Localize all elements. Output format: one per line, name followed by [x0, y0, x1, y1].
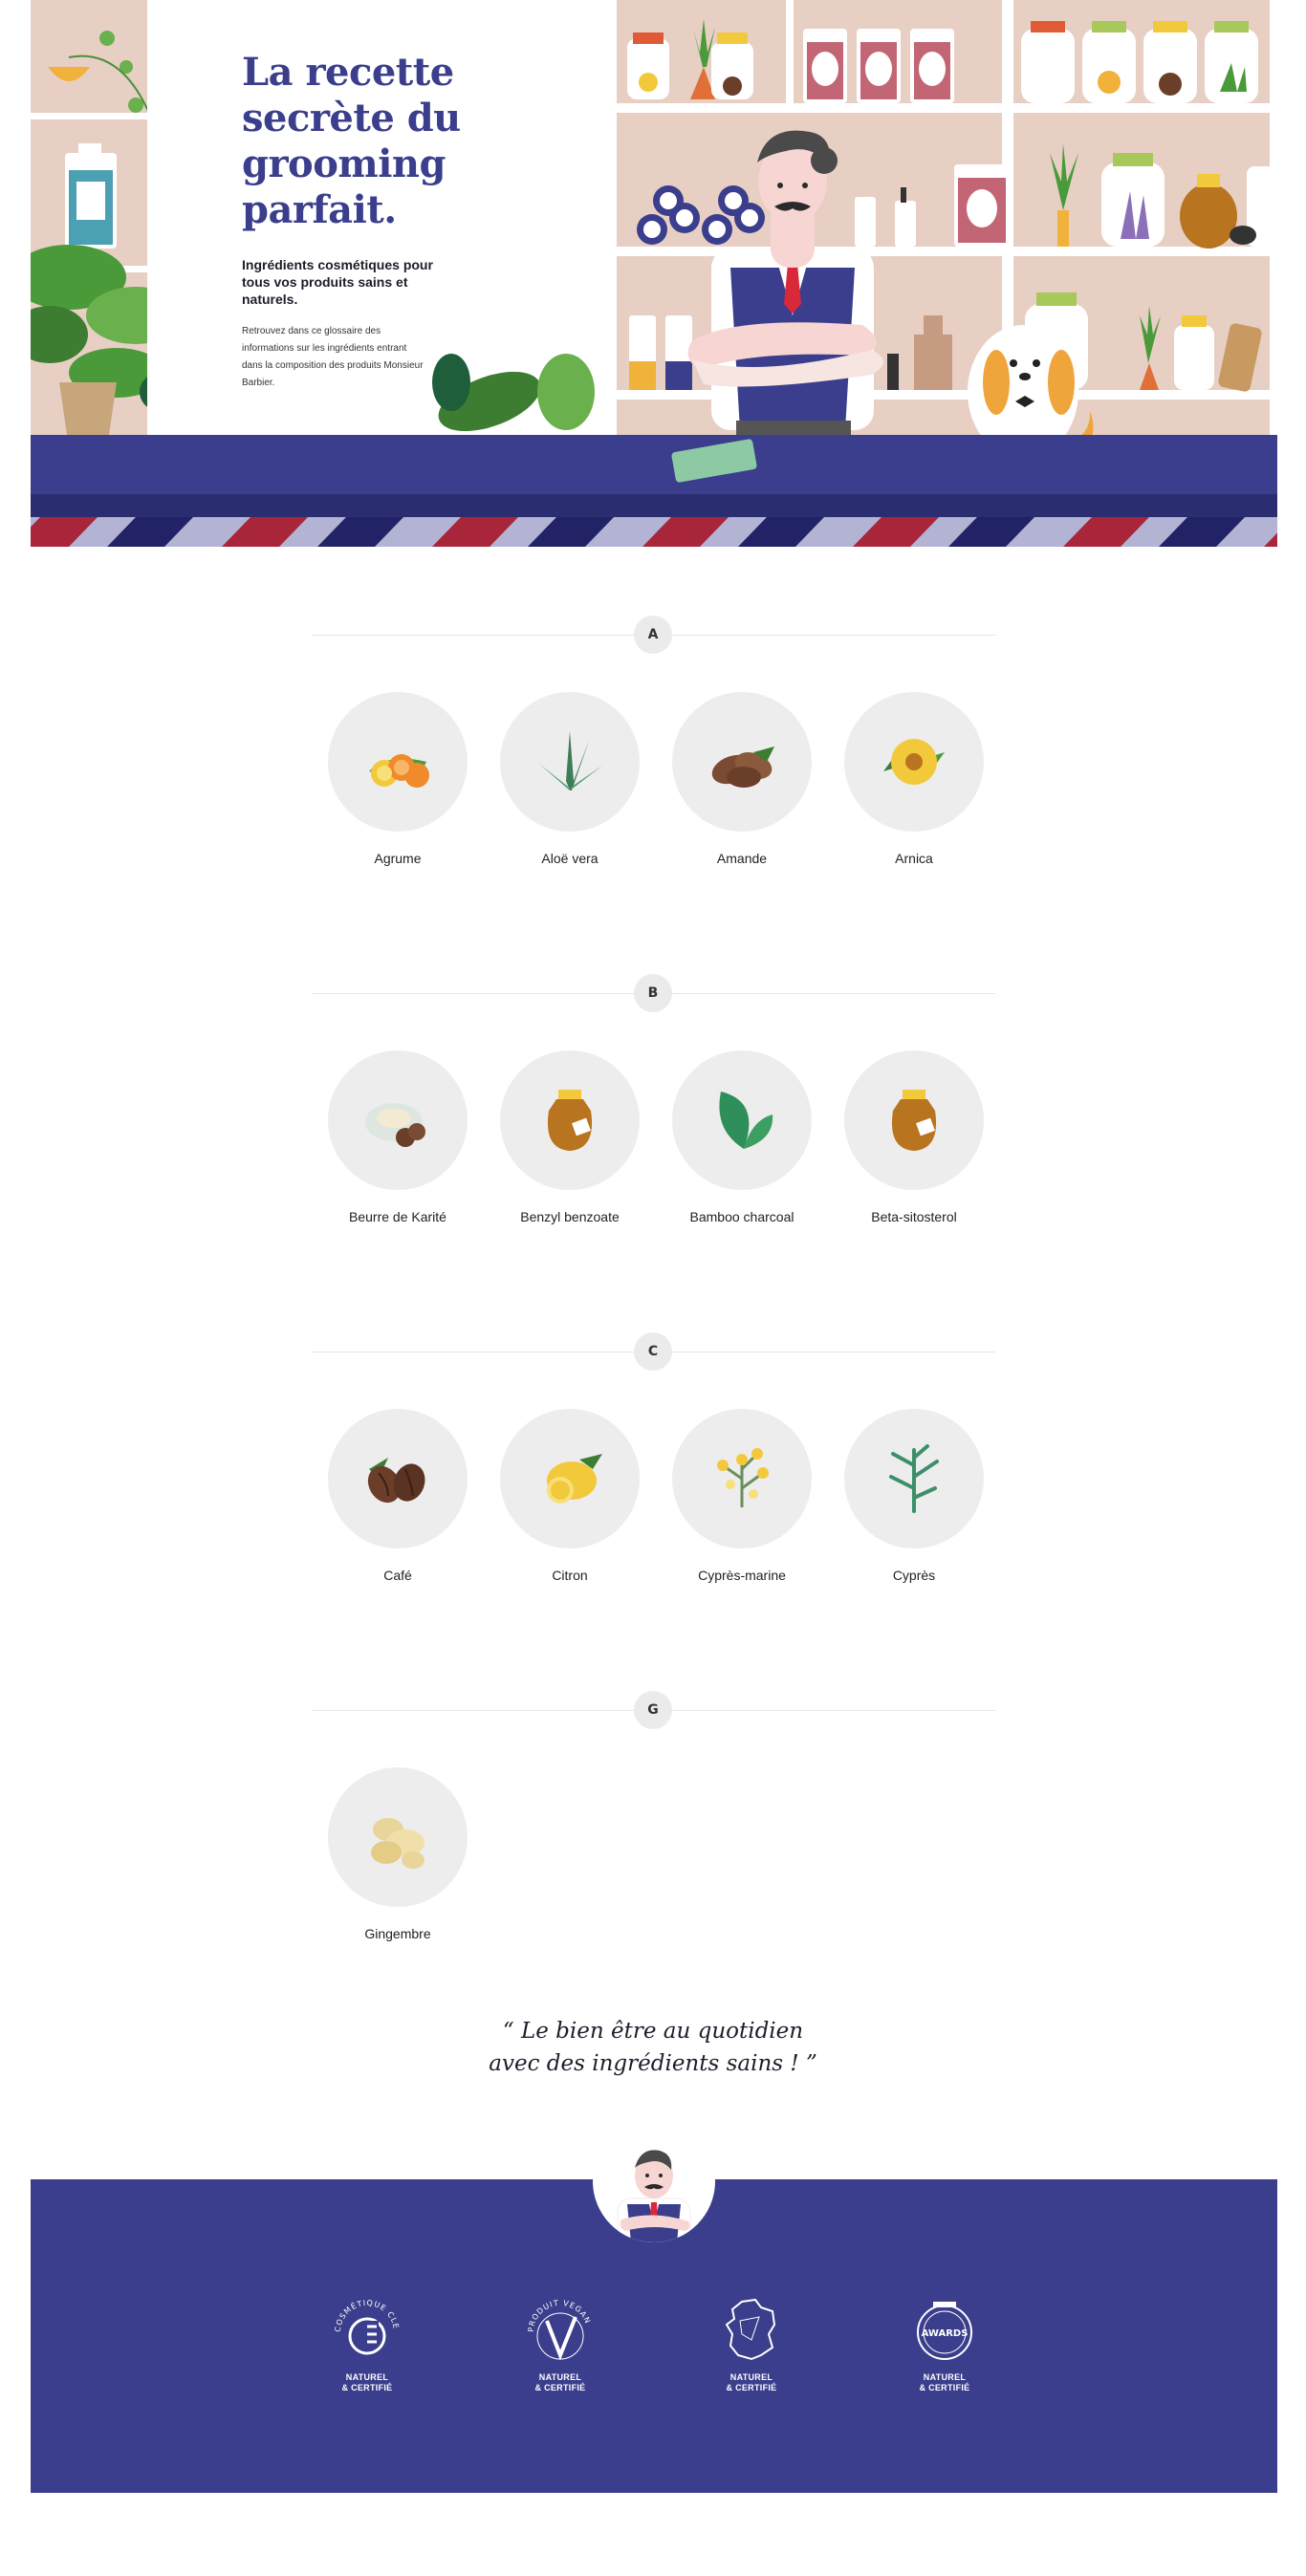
hero-description: Retrouvez dans ce glossaire des informat…: [242, 326, 424, 388]
quote-line-2: avec des ingrédients sains ! ”: [489, 2051, 817, 2076]
hero-banner: La recette secrète du grooming parfait. …: [31, 0, 1277, 547]
aloe-vera-icon: [500, 692, 640, 832]
letter-badge: A: [634, 616, 672, 654]
ingredient-card[interactable]: Café: [312, 1409, 484, 1583]
ingredient-card[interactable]: Cyprès-marine: [656, 1409, 828, 1583]
glossary-section-c: C Café Citron Cyprès-marine Cyprès: [312, 1332, 995, 1619]
badge-clean-cosmetic: COSMÉTIQUE CLEAN NATUREL& CERTIFIÉ: [310, 2292, 424, 2393]
letter-badge: B: [634, 974, 672, 1012]
ingredient-name: Citron: [552, 1568, 588, 1583]
citrus-icon: [328, 692, 468, 832]
letter-badge: C: [634, 1332, 672, 1371]
ingredient-grid: Café Citron Cyprès-marine Cyprès: [312, 1409, 995, 1619]
svg-text:PRODUIT VEGAN: PRODUIT VEGAN: [527, 2299, 593, 2332]
badge-vegan: PRODUIT VEGAN NATUREL & CERTIFIÉ: [503, 2292, 618, 2393]
shea-butter-icon: [328, 1050, 468, 1190]
almond-icon: [672, 692, 812, 832]
letter-divider: B: [312, 974, 995, 1012]
lemon-icon: [500, 1409, 640, 1548]
awards-icon: AWARDS: [917, 2302, 972, 2360]
ingredient-name: Agrume: [374, 851, 422, 866]
ingredient-card[interactable]: Gingembre: [312, 1767, 484, 1941]
ingredient-name: Bamboo charcoal: [689, 1209, 794, 1224]
ingredient-card[interactable]: Beta-sitosterol: [828, 1050, 1000, 1224]
badge-caption: NATUREL & CERTIFIÉ: [534, 2372, 586, 2392]
badge-made-in-france: NATUREL & CERTIFIÉ: [694, 2292, 809, 2393]
ingredient-name: Benzyl benzoate: [520, 1209, 620, 1224]
ingredient-name: Cyprès: [892, 1568, 936, 1583]
hero-text-block: La recette secrète du grooming parfait. …: [242, 50, 490, 392]
ingredient-card[interactable]: Arnica: [828, 692, 1000, 866]
ingredient-card[interactable]: Beurre de Karité: [312, 1050, 484, 1224]
ingredient-card[interactable]: Cyprès: [828, 1409, 1000, 1583]
clean-cosmetic-icon: COSMÉTIQUE CLEAN: [329, 2292, 401, 2355]
vegan-icon: PRODUIT VEGAN: [527, 2299, 593, 2361]
svg-text:COSMÉTIQUE CLEAN: COSMÉTIQUE CLEAN: [329, 2292, 401, 2332]
page-title: La recette secrète du grooming parfait.: [242, 50, 461, 232]
leaves-icon: [672, 1050, 812, 1190]
ingredient-name: Arnica: [895, 851, 933, 866]
ginger-icon: [328, 1767, 468, 1907]
ingredient-name: Café: [383, 1568, 412, 1583]
jar-icon: [500, 1050, 640, 1190]
letter-divider: G: [312, 1691, 995, 1729]
ingredient-card[interactable]: Agrume: [312, 692, 484, 866]
france-map-icon: [725, 2298, 776, 2361]
barber-avatar-icon: [617, 2150, 691, 2242]
badge-awards: AWARDS NATUREL & CERTIFIÉ: [887, 2292, 1002, 2393]
ingredient-name: Beurre de Karité: [349, 1209, 446, 1224]
glossary-section-a: A Agrume Aloë vera Amande Arnica: [312, 616, 995, 902]
barber-avatar: [593, 2120, 715, 2242]
glossary-section-b: B Beurre de Karité Benzyl benzoate Bamboo c…: [312, 974, 995, 1261]
coffee-beans-icon: [328, 1409, 468, 1548]
sea-cypress-icon: [672, 1409, 812, 1548]
ingredient-card[interactable]: Amande: [656, 692, 828, 866]
ingredient-card[interactable]: Citron: [484, 1409, 656, 1583]
ingredient-name: Cyprès-marine: [698, 1568, 786, 1583]
letter-divider: A: [312, 616, 995, 654]
svg-text:AWARDS: AWARDS: [922, 2328, 969, 2339]
cypress-icon: [844, 1409, 984, 1548]
ingredient-card[interactable]: Bamboo charcoal: [656, 1050, 828, 1224]
ingredient-name: Amande: [716, 851, 768, 866]
quote: “ Le bien être au quotidien avec des ing…: [366, 2015, 940, 2080]
glossary-section-g: G Gingembre: [312, 1691, 995, 1978]
quote-line-1: “ Le bien être au quotidien: [502, 2019, 804, 2044]
badge-caption: NATUREL & CERTIFIÉ: [726, 2372, 777, 2392]
ingredient-name: Beta-sitosterol: [871, 1209, 957, 1224]
ingredient-name: Aloë vera: [541, 851, 599, 866]
badge-caption: NATUREL & CERTIFIÉ: [341, 2372, 393, 2392]
footer-certifications: COSMÉTIQUE CLEAN NATUREL& CERTIFIÉ PRODU…: [31, 2120, 1277, 2493]
hero-subtitle: Ingrédients cosmétiques pour tous vos pr…: [242, 257, 433, 307]
ingredient-grid: Gingembre: [312, 1767, 995, 1978]
ingredient-card[interactable]: Benzyl benzoate: [484, 1050, 656, 1224]
ingredient-card[interactable]: Aloë vera: [484, 692, 656, 866]
barber-shop-illustration: [31, 0, 1277, 547]
ingredient-grid: Agrume Aloë vera Amande Arnica: [312, 692, 995, 902]
jar-icon: [844, 1050, 984, 1190]
ingredient-name: Gingembre: [364, 1926, 431, 1941]
badge-caption: NATUREL & CERTIFIÉ: [919, 2372, 970, 2392]
letter-divider: C: [312, 1332, 995, 1371]
arnica-flower-icon: [844, 692, 984, 832]
ingredient-grid: Beurre de Karité Benzyl benzoate Bamboo ch…: [312, 1050, 995, 1261]
letter-badge: G: [634, 1691, 672, 1729]
